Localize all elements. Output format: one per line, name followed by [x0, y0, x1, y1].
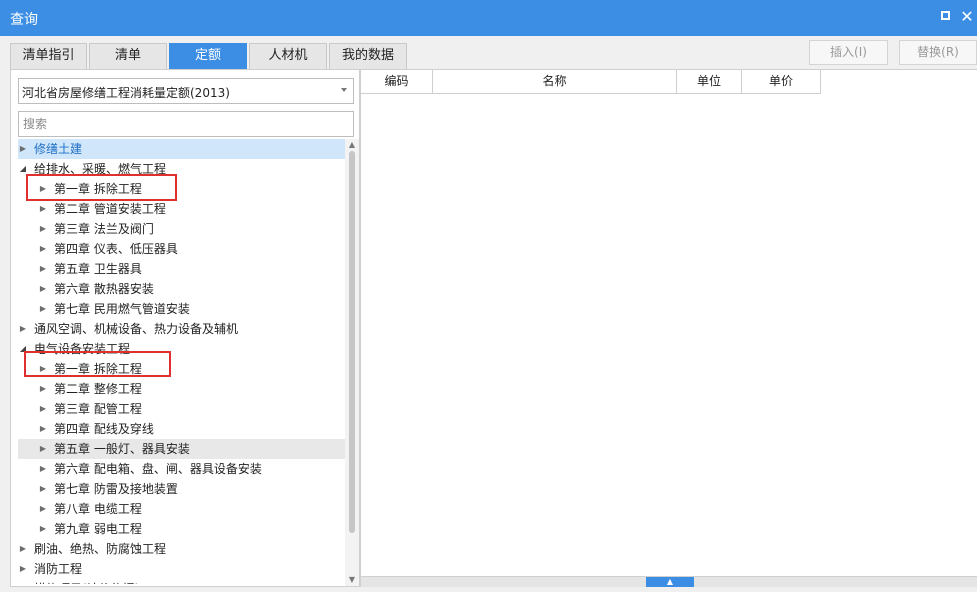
tree-item-label: 通风空调、机械设备、热力设备及辅机	[34, 322, 239, 336]
caret-collapsed-icon[interactable]: ▶	[38, 499, 48, 519]
expand-up-icon[interactable]: ▲	[646, 577, 694, 587]
tree-item-label: 第五章 卫生器具	[54, 262, 142, 276]
quota-tree: ▶ 修缮土建 ◢ 给排水、采暖、燃气工程 ▶ 第一章 拆除工程 ▶ 第二章 管道安装工程 ▶ 第三…	[11, 139, 345, 584]
tree-item[interactable]: ▶ 第四章 配线及穿线	[18, 419, 345, 439]
caret-collapsed-icon[interactable]: ▶	[38, 399, 48, 419]
tree-item[interactable]: ▶ 第八章 电缆工程	[18, 499, 345, 519]
caret-collapsed-icon[interactable]: ▶	[18, 559, 28, 579]
column-header-price[interactable]: 单价	[742, 70, 821, 94]
caret-collapsed-icon[interactable]: ▶	[18, 139, 28, 159]
tree-item[interactable]: ▶ 第七章 防雷及接地装置	[18, 479, 345, 499]
tree-item-label: 第三章 配管工程	[54, 402, 142, 416]
caret-collapsed-icon[interactable]: ▶	[38, 519, 48, 539]
scroll-up-icon[interactable]: ▲	[345, 139, 359, 151]
scrollbar-thumb[interactable]	[349, 151, 355, 533]
caret-collapsed-icon[interactable]: ▶	[38, 439, 48, 459]
caret-collapsed-icon[interactable]: ▶	[38, 279, 48, 299]
splitter-bar[interactable]: ▲	[361, 576, 977, 587]
caret-collapsed-icon[interactable]: ▶	[18, 579, 28, 584]
tree-item-label: 电气设备安装工程	[34, 342, 131, 356]
caret-collapsed-icon[interactable]: ▶	[38, 479, 48, 499]
caret-collapsed-icon[interactable]: ▶	[18, 539, 28, 559]
restore-icon[interactable]	[940, 10, 954, 24]
caret-collapsed-icon[interactable]: ▶	[38, 239, 48, 259]
insert-button[interactable]: 插入(I)	[809, 40, 888, 65]
quota-library-value: 河北省房屋修缮工程消耗量定额(2013)	[22, 86, 230, 100]
search-input[interactable]	[18, 111, 354, 137]
tree-item[interactable]: ▶ 第三章 法兰及阀门	[18, 219, 345, 239]
tree-item-label: 第七章 民用燃气管道安装	[54, 302, 190, 316]
tree-item-label: 修缮土建	[34, 142, 83, 156]
tree-item-label: 第二章 管道安装工程	[54, 202, 166, 216]
window-titlebar: 查询 ✕	[0, 0, 977, 36]
tree-item[interactable]: ▶ 第五章 卫生器具	[18, 259, 345, 279]
tree-item-label: 消防工程	[34, 562, 83, 576]
tree-item-label: 第六章 配电箱、盘、闸、器具设备安装	[54, 462, 262, 476]
caret-collapsed-icon[interactable]: ▶	[38, 259, 48, 279]
caret-collapsed-icon[interactable]: ▶	[38, 219, 48, 239]
tree-item[interactable]: ▶ 通风空调、机械设备、热力设备及辅机	[18, 319, 345, 339]
tree-item-label: 措施项目(计价依据)	[34, 579, 139, 584]
tree-item[interactable]: ▶ 消防工程	[18, 559, 345, 579]
tab-my-data[interactable]: 我的数据	[329, 43, 407, 69]
tree-item[interactable]: ▶ 第一章 拆除工程	[18, 179, 345, 199]
tree-item-label: 第一章 拆除工程	[54, 182, 142, 196]
tree-item-label: 第九章 弱电工程	[54, 522, 142, 536]
window-title: 查询	[10, 12, 38, 28]
replace-button[interactable]: 替换(R)	[899, 40, 977, 65]
tree-item[interactable]: ▶ 第二章 管道安装工程	[18, 199, 345, 219]
column-header-code[interactable]: 编码	[361, 70, 433, 94]
scroll-down-icon[interactable]: ▼	[345, 574, 359, 586]
tree-item[interactable]: ▶ 修缮土建	[18, 139, 345, 159]
column-header-name[interactable]: 名称	[433, 70, 677, 94]
caret-expanded-icon[interactable]: ◢	[18, 339, 28, 359]
tree-item-label: 第七章 防雷及接地装置	[54, 482, 178, 496]
quota-grid: 编码 名称 单位 单价 ▲	[360, 69, 977, 587]
tree-item[interactable]: ▶ 第四章 仪表、低压器具	[18, 239, 345, 259]
caret-collapsed-icon[interactable]: ▶	[38, 419, 48, 439]
tree-item-label: 第四章 仪表、低压器具	[54, 242, 178, 256]
tree-item-label: 第三章 法兰及阀门	[54, 222, 154, 236]
tab-list-guide[interactable]: 清单指引	[10, 43, 87, 69]
tab-quota[interactable]: 定额	[169, 43, 247, 69]
tree-item[interactable]: ▶ 第一章 拆除工程	[18, 359, 345, 379]
tab-labor-material-machine[interactable]: 人材机	[249, 43, 327, 69]
tree-item[interactable]: ▶ 第二章 整修工程	[18, 379, 345, 399]
tree-item[interactable]: ▶ 措施项目(计价依据)	[18, 579, 345, 584]
tree-item-label: 刷油、绝热、防腐蚀工程	[34, 542, 167, 556]
tree-item-label: 给排水、采暖、燃气工程	[34, 162, 167, 176]
tree-item[interactable]: ▶ 第六章 散热器安装	[18, 279, 345, 299]
tree-item[interactable]: ▶ 第六章 配电箱、盘、闸、器具设备安装	[18, 459, 345, 479]
tree-item-label: 第八章 电缆工程	[54, 502, 142, 516]
close-icon[interactable]: ✕	[960, 9, 974, 25]
tree-item-label: 第六章 散热器安装	[54, 282, 154, 296]
caret-collapsed-icon[interactable]: ▶	[38, 379, 48, 399]
tree-item[interactable]: ▶ 第三章 配管工程	[18, 399, 345, 419]
caret-collapsed-icon[interactable]: ▶	[38, 299, 48, 319]
tree-item-label: 第一章 拆除工程	[54, 362, 142, 376]
caret-collapsed-icon[interactable]: ▶	[38, 359, 48, 379]
tree-item-label: 第四章 配线及穿线	[54, 422, 154, 436]
caret-collapsed-icon[interactable]: ▶	[38, 459, 48, 479]
chevron-down-icon	[341, 88, 347, 92]
tree-item[interactable]: ▶ 第九章 弱电工程	[18, 519, 345, 539]
tree-item-label: 第二章 整修工程	[54, 382, 142, 396]
tree-item[interactable]: ▶ 第七章 民用燃气管道安装	[18, 299, 345, 319]
caret-collapsed-icon[interactable]: ▶	[38, 199, 48, 219]
tree-item[interactable]: ◢ 电气设备安装工程	[18, 339, 345, 359]
tab-list[interactable]: 清单	[89, 43, 167, 69]
caret-collapsed-icon[interactable]: ▶	[38, 179, 48, 199]
tree-item[interactable]: ▶ 刷油、绝热、防腐蚀工程	[18, 539, 345, 559]
quota-library-select[interactable]: 河北省房屋修缮工程消耗量定额(2013)	[18, 78, 354, 104]
tree-scrollbar[interactable]: ▲ ▼	[345, 139, 359, 586]
caret-expanded-icon[interactable]: ◢	[18, 159, 28, 179]
caret-collapsed-icon[interactable]: ▶	[18, 319, 28, 339]
tree-item[interactable]: ◢ 给排水、采暖、燃气工程	[18, 159, 345, 179]
quota-tree-panel: 河北省房屋修缮工程消耗量定额(2013) ▶ 修缮土建 ◢ 给排水、采暖、燃气工程 ▶ 第…	[10, 69, 360, 587]
column-header-unit[interactable]: 单位	[677, 70, 742, 94]
tree-item[interactable]: ▶ 第五章 一般灯、器具安装	[18, 439, 345, 459]
tree-item-label: 第五章 一般灯、器具安装	[54, 442, 190, 456]
